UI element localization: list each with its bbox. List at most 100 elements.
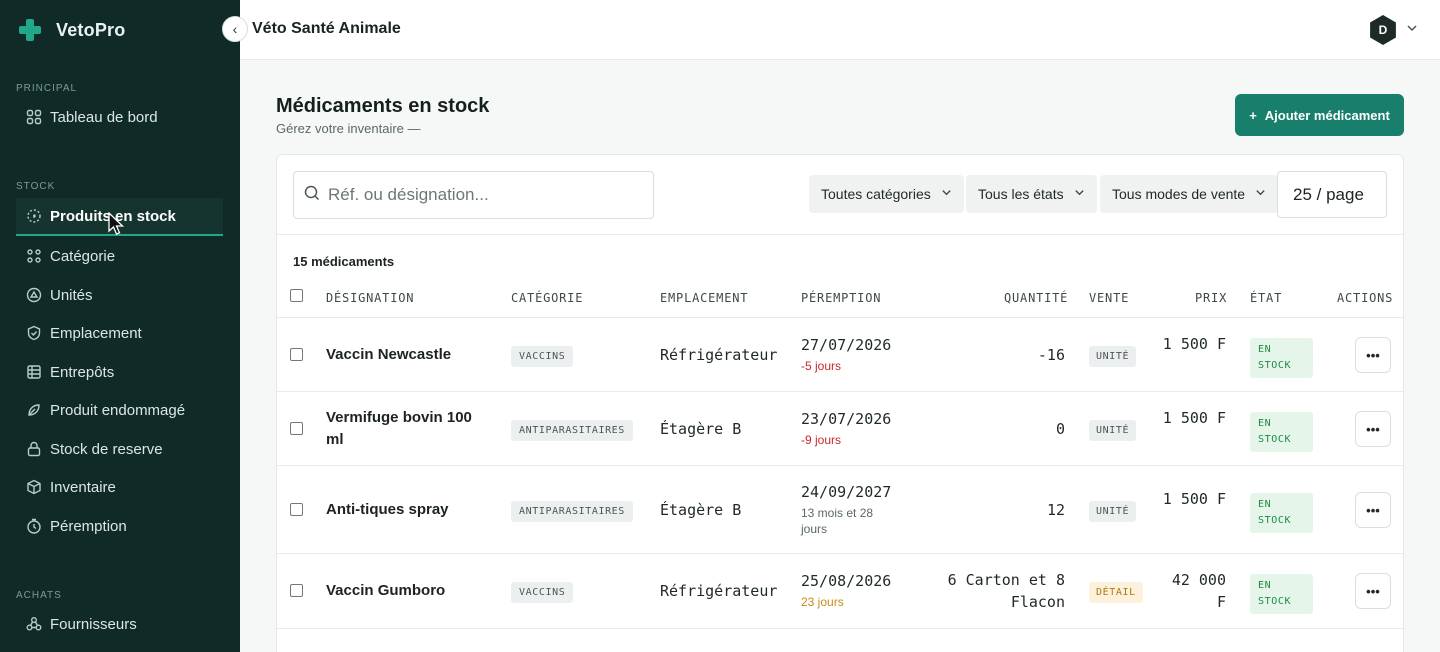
sale-mode-badge: UNITÉ bbox=[1089, 501, 1137, 522]
medication-name: Anti-tiques spray bbox=[326, 501, 449, 518]
table-header: DÉSIGNATION CATÉGORIE EMPLACEMENT PÉREMP… bbox=[277, 279, 1403, 318]
row-actions-button[interactable]: ••• bbox=[1355, 492, 1391, 528]
search-input[interactable] bbox=[328, 185, 628, 205]
chevron-down-icon bbox=[941, 187, 952, 201]
page-title: Médicaments en stock bbox=[276, 95, 490, 117]
sidebar: VetoPro PRINCIPAL Tableau de bord STOCK … bbox=[0, 0, 240, 652]
expiry-date: 23/07/2026 bbox=[801, 410, 892, 428]
per-page-select[interactable]: 25 / page bbox=[1277, 171, 1387, 218]
table-row[interactable]: Vaccin Gumboro VACCINS Réfrigérateur 25/… bbox=[277, 554, 1403, 629]
stock-status-badge: EN STOCK bbox=[1250, 338, 1313, 378]
clock-icon bbox=[26, 518, 42, 534]
sidebar-item-damaged[interactable]: Produit endommagé bbox=[16, 391, 223, 429]
more-dots-icon: ••• bbox=[1366, 502, 1380, 518]
state-filter-label: Tous les états bbox=[978, 186, 1064, 202]
search-icon bbox=[304, 185, 320, 206]
sidebar-item-expiry[interactable]: Péremption bbox=[16, 507, 223, 545]
more-dots-icon: ••• bbox=[1366, 583, 1380, 599]
column-header-category[interactable]: CATÉGORIE bbox=[511, 291, 583, 305]
chevron-down-icon[interactable] bbox=[1406, 22, 1418, 37]
row-checkbox[interactable] bbox=[290, 348, 303, 361]
brand[interactable]: VetoPro bbox=[18, 18, 125, 42]
expiry-date: 25/08/2026 bbox=[801, 572, 892, 590]
sidebar-item-label: Tableau de bord bbox=[50, 108, 158, 126]
chevron-down-icon bbox=[1255, 187, 1266, 201]
row-actions-button[interactable]: ••• bbox=[1355, 573, 1391, 609]
row-checkbox[interactable] bbox=[290, 422, 303, 435]
quantity-value: 0 bbox=[1055, 420, 1065, 438]
column-header-designation[interactable]: DÉSIGNATION bbox=[326, 291, 414, 305]
category-badge: ANTIPARASITAIRES bbox=[511, 501, 633, 522]
sale-mode-filter[interactable]: Tous modes de vente bbox=[1100, 175, 1279, 213]
sidebar-item-location[interactable]: Emplacement bbox=[16, 314, 223, 352]
more-dots-icon: ••• bbox=[1366, 421, 1380, 437]
chevron-left-icon: ‹ bbox=[232, 21, 238, 37]
sidebar-item-category[interactable]: Catégorie bbox=[16, 237, 223, 275]
medication-name: Vaccin Gumboro bbox=[326, 582, 446, 599]
cross-logo-icon bbox=[18, 18, 42, 42]
table-row[interactable]: Vaccin Newcastle VACCINS Réfrigérateur 2… bbox=[277, 318, 1403, 392]
row-actions-button[interactable]: ••• bbox=[1355, 411, 1391, 447]
topbar: Véto Santé Animale D bbox=[240, 0, 1440, 60]
add-medication-label: Ajouter médicament bbox=[1264, 107, 1390, 123]
column-header-location[interactable]: EMPLACEMENT bbox=[660, 291, 748, 305]
medication-name: Vermifuge bovin 100 ml bbox=[326, 409, 472, 448]
section-label-achats: ACHATS bbox=[16, 590, 62, 601]
expiry-relative: 13 mois et 28 jours bbox=[801, 506, 874, 536]
table-row[interactable]: Vermifuge bovin 100 ml ANTIPARASITAIRES … bbox=[277, 392, 1403, 466]
collapse-sidebar-button[interactable]: ‹ bbox=[222, 16, 248, 42]
column-header-sale[interactable]: VENTE bbox=[1089, 291, 1129, 305]
expiry-date: 27/07/2026 bbox=[801, 336, 892, 354]
state-filter[interactable]: Tous les états bbox=[966, 175, 1097, 213]
location-text: Étagère B bbox=[660, 420, 742, 438]
add-medication-button[interactable]: + Ajouter médicament bbox=[1235, 94, 1404, 136]
location-icon bbox=[26, 325, 42, 341]
column-header-price[interactable]: PRIX bbox=[1195, 291, 1227, 305]
sidebar-item-units[interactable]: Unités bbox=[16, 276, 223, 314]
category-badge: ANTIPARASITAIRES bbox=[511, 420, 633, 441]
scale-icon bbox=[26, 287, 42, 303]
column-header-expiry[interactable]: PÉREMPTION bbox=[801, 291, 881, 305]
column-header-quantity[interactable]: QUANTITÉ bbox=[1004, 291, 1068, 305]
price-value: 1 500 F bbox=[1162, 409, 1226, 427]
column-header-state[interactable]: ÉTAT bbox=[1250, 291, 1282, 305]
row-actions-button[interactable]: ••• bbox=[1355, 337, 1391, 373]
expiry-relative: -9 jours bbox=[801, 433, 842, 447]
stock-status-badge: EN STOCK bbox=[1250, 493, 1313, 533]
table-row[interactable]: Anti-tiques spray ANTIPARASITAIRES Étagè… bbox=[277, 466, 1403, 554]
sidebar-item-label: Entrepôts bbox=[50, 363, 115, 381]
quantity-value: 6 Carton et 8 Flacon bbox=[947, 571, 1065, 611]
sidebar-item-reserve[interactable]: Stock de reserve bbox=[16, 430, 223, 468]
row-checkbox[interactable] bbox=[290, 503, 303, 516]
medication-name: Vaccin Newcastle bbox=[326, 346, 452, 363]
sale-mode-filter-label: Tous modes de vente bbox=[1112, 186, 1246, 202]
select-all-checkbox[interactable] bbox=[290, 289, 303, 302]
sidebar-item-warehouses[interactable]: Entrepôts bbox=[16, 353, 223, 391]
quantity-value: 12 bbox=[1046, 501, 1065, 519]
price-value: 42 000 F bbox=[1171, 571, 1226, 611]
stock-status-badge: EN STOCK bbox=[1250, 574, 1313, 614]
sidebar-item-label: Produit endommagé bbox=[50, 401, 186, 419]
price-value: 1 500 F bbox=[1162, 335, 1226, 353]
location-text: Réfrigérateur bbox=[660, 346, 778, 364]
expiry-date: 24/09/2027 bbox=[801, 483, 892, 501]
category-filter[interactable]: Toutes catégories bbox=[809, 175, 964, 213]
sale-mode-badge: UNITÉ bbox=[1089, 420, 1137, 441]
row-checkbox[interactable] bbox=[290, 584, 303, 597]
avatar[interactable]: D bbox=[1370, 15, 1396, 45]
medication-table-card: Toutes catégories Tous les états Tous mo… bbox=[276, 154, 1404, 652]
expiry-relative: -5 jours bbox=[801, 359, 842, 373]
medication-count: 15 médicaments bbox=[293, 254, 395, 269]
plus-icon: + bbox=[1249, 107, 1257, 123]
stock-status-badge: EN STOCK bbox=[1250, 412, 1313, 452]
sidebar-item-suppliers[interactable]: Fournisseurs bbox=[16, 605, 223, 643]
divider bbox=[277, 234, 1403, 235]
price-value: 1 500 F bbox=[1162, 490, 1226, 508]
sidebar-item-inventory[interactable]: Inventaire bbox=[16, 468, 223, 506]
sidebar-item-label: Inventaire bbox=[50, 478, 116, 496]
sidebar-item-dashboard[interactable]: Tableau de bord bbox=[16, 98, 223, 136]
section-label-principal: PRINCIPAL bbox=[16, 83, 78, 94]
search-field[interactable] bbox=[293, 171, 654, 219]
clinic-name: Véto Santé Animale bbox=[252, 20, 401, 37]
sidebar-item-label: Péremption bbox=[50, 517, 127, 535]
